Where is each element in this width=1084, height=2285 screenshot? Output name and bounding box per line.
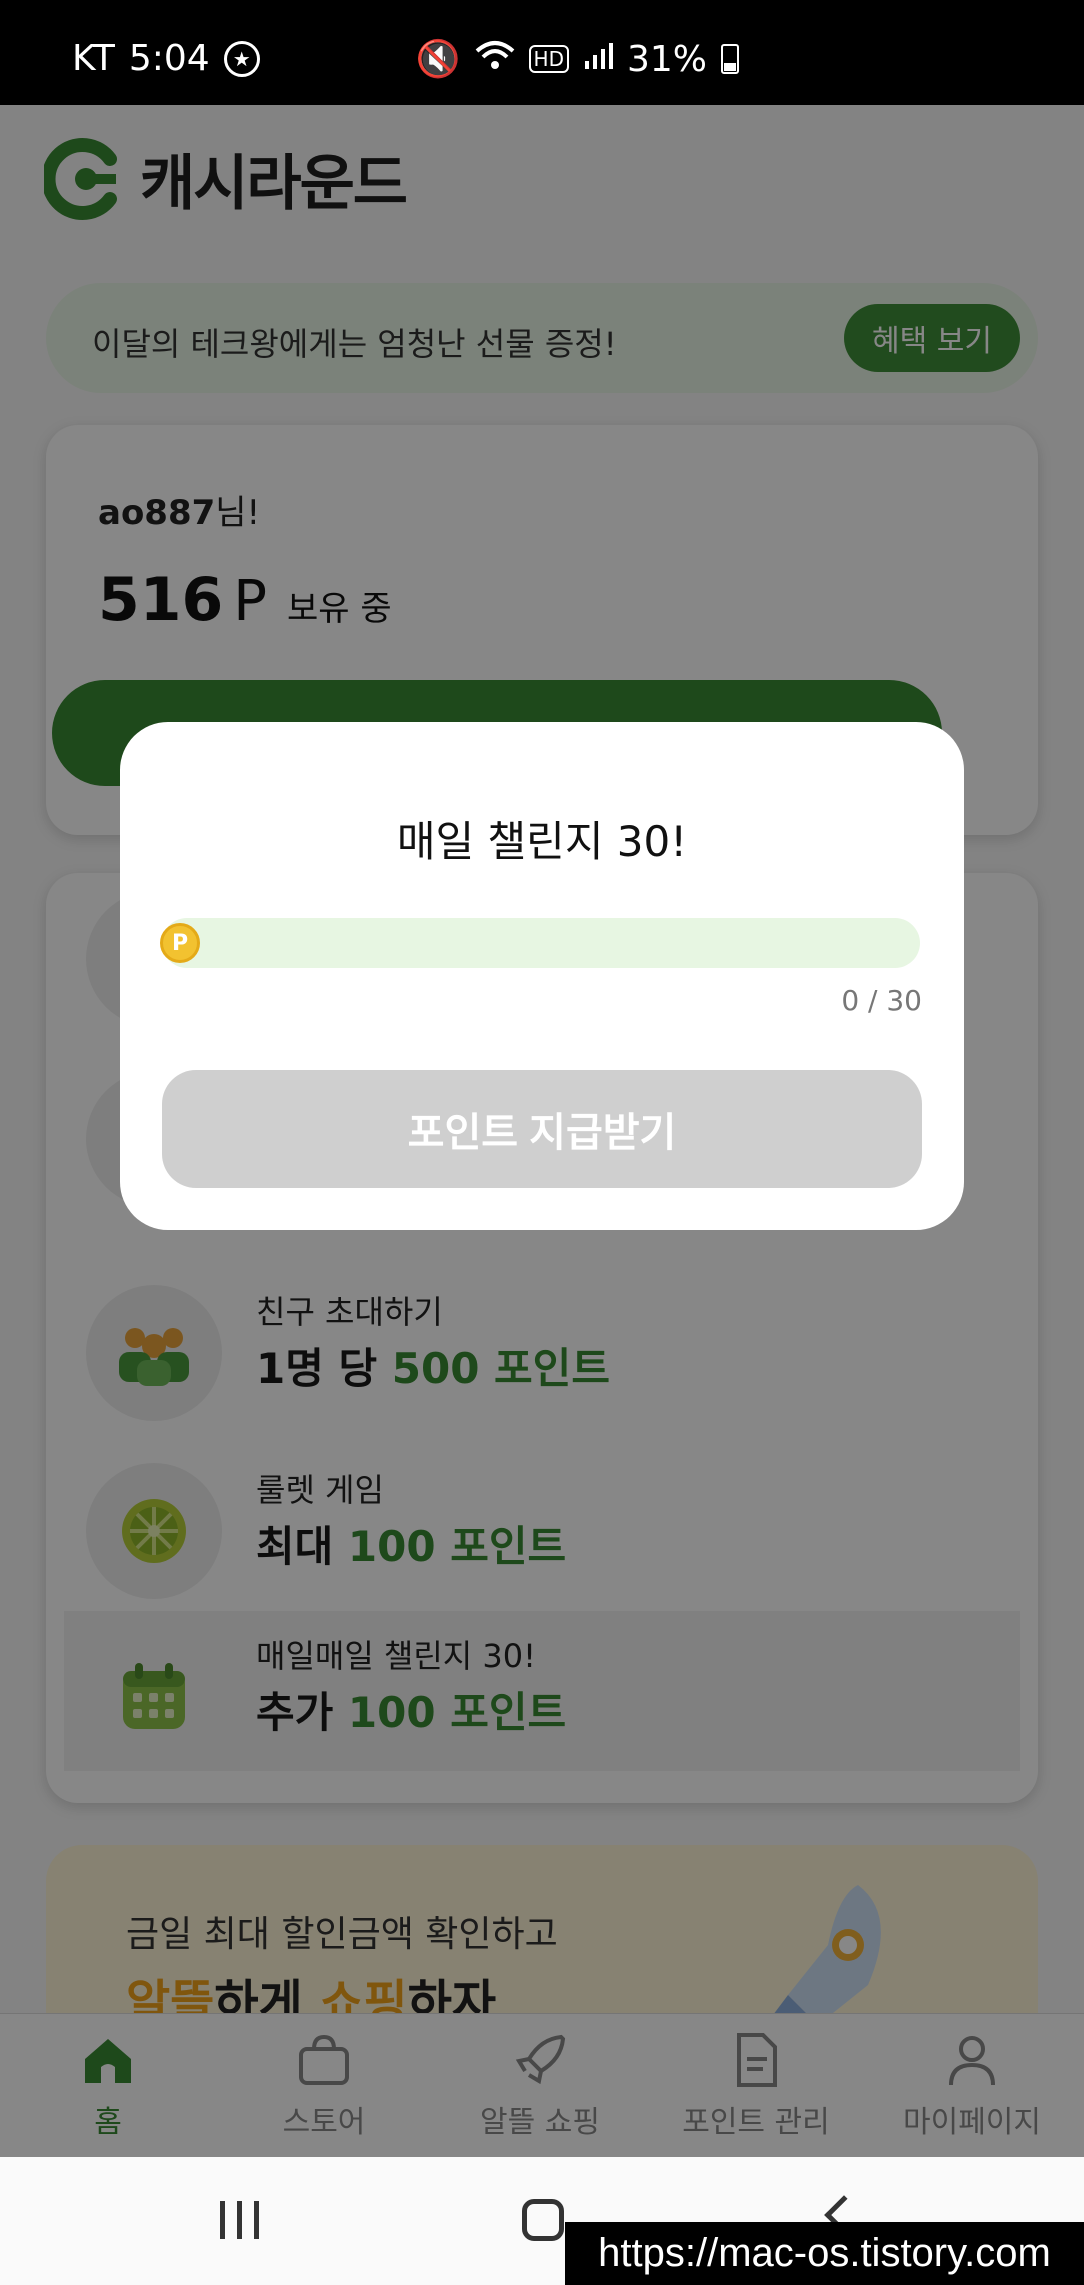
challenge-modal: 매일 챌린지 30! P 0 / 30 포인트 지급받기: [120, 722, 964, 1230]
watermark: https://mac-os.tistory.com: [565, 2222, 1084, 2285]
challenge-progress-bar: P: [160, 918, 920, 968]
modal-title: 매일 챌린지 30!: [396, 817, 688, 866]
carrier-label: KT: [72, 38, 115, 79]
home-button-icon[interactable]: [522, 2199, 564, 2241]
status-bar: KT 5:04 ★ 🔇 HD 31%: [0, 0, 1084, 105]
mute-icon: 🔇: [415, 39, 461, 80]
progress-count: 0 / 30: [841, 984, 922, 1017]
notification-badge-icon: ★: [223, 40, 260, 77]
claim-points-button[interactable]: 포인트 지급받기: [162, 1070, 922, 1188]
wifi-icon: [475, 39, 515, 80]
coin-icon: P: [160, 923, 200, 963]
status-left: KT 5:04 ★: [72, 38, 260, 79]
hd-voice-icon: HD: [528, 45, 569, 73]
signal-icon: [583, 39, 613, 80]
status-right: 🔇 HD 31%: [416, 38, 739, 80]
battery-percent: 31%: [626, 38, 707, 80]
battery-icon: [721, 44, 739, 74]
clock: 5:04: [128, 38, 210, 79]
recent-apps-icon[interactable]: [220, 2201, 259, 2239]
